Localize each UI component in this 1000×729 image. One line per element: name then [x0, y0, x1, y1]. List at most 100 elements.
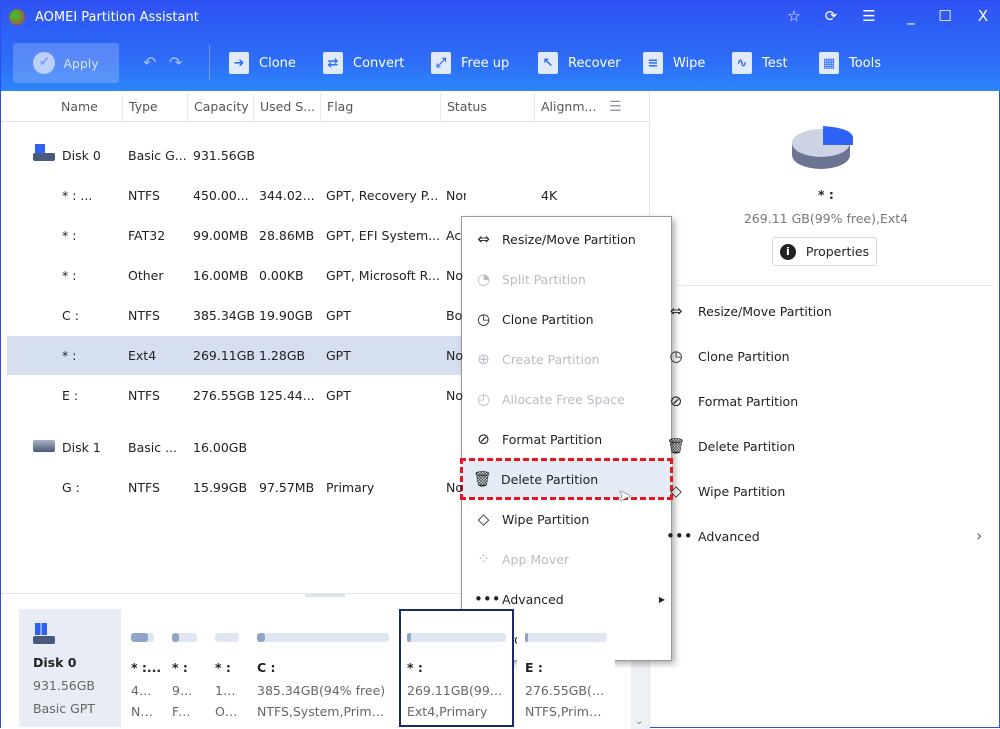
- cell-type: Basic G...: [128, 148, 187, 163]
- partition-name: * :: [215, 660, 231, 675]
- partition-size: 385.34GB(94% free): [257, 683, 386, 698]
- action-delete-partition[interactable]: 🗑 Delete Partition: [666, 436, 795, 456]
- partition-size: 269.11GB(99% f...: [407, 683, 506, 698]
- toolbar-wipe-button[interactable]: ≡ Wipe: [643, 43, 705, 83]
- cell-capacity: 931.56GB: [193, 148, 255, 163]
- usage-bar: [525, 633, 607, 642]
- cell-alignm: 4K: [541, 188, 558, 203]
- toolbar-label: Convert: [353, 55, 405, 71]
- partition-name: C :: [257, 660, 276, 675]
- window-title: AOMEI Partition Assistant: [35, 10, 199, 25]
- cell-name: * :: [62, 348, 77, 363]
- partition-card[interactable]: * : 99.... FA...: [164, 609, 205, 727]
- recover-icon: ↖: [538, 52, 558, 74]
- cell-useds: 28.86MB: [259, 228, 315, 243]
- toolbar-free-up-button[interactable]: ⤢ Free up: [431, 43, 509, 83]
- disk-icon: [33, 436, 57, 456]
- cell-useds: 19.90GB: [259, 308, 314, 323]
- eraser-icon: ◇: [477, 510, 490, 528]
- toolbar-clone-button[interactable]: ➜ Clone: [229, 43, 296, 83]
- cell-useds: 97.57MB: [259, 480, 315, 495]
- action-label: Delete Partition: [698, 438, 796, 454]
- properties-button[interactable]: i Properties: [772, 237, 877, 266]
- cell-status: No: [446, 268, 463, 283]
- column-header-0[interactable]: Name: [55, 93, 122, 121]
- partition-size: 99....: [172, 683, 197, 698]
- usage-bar: [257, 633, 389, 642]
- cell-capacity: 450.00...: [193, 188, 249, 203]
- toolbar-label: Clone: [259, 55, 296, 71]
- partition-card[interactable]: * :... 45... NT...: [123, 609, 162, 727]
- toolbar-convert-button[interactable]: ⇄ Convert: [323, 43, 404, 83]
- usage-fill: [172, 633, 180, 642]
- cell-status: No: [446, 480, 463, 495]
- action-wipe-partition[interactable]: ◇ Wipe Partition: [666, 481, 785, 501]
- column-header-5[interactable]: Status: [440, 93, 534, 121]
- action-advanced[interactable]: ••• Advanced: [666, 526, 760, 546]
- action-clone-partition[interactable]: ◷ Clone Partition: [666, 346, 789, 366]
- undo-icon[interactable]: ↶: [143, 53, 156, 72]
- cell-useds: 125.44...: [259, 388, 315, 403]
- toolbar-recover-button[interactable]: ↖ Recover: [538, 43, 621, 83]
- cell-name: * : ...: [62, 188, 93, 203]
- toolbar-tools-button[interactable]: ▦ Tools: [819, 43, 881, 83]
- toolbar-test-button[interactable]: ∿ Test: [732, 43, 788, 83]
- refresh-icon[interactable]: ⟳: [819, 7, 843, 25]
- redo-icon[interactable]: ↷: [169, 53, 182, 72]
- cell-name: * :: [62, 228, 77, 243]
- cell-status: Ac: [446, 228, 462, 243]
- partition-card[interactable]: * : 269.11GB(99% f... Ext4,Primary: [399, 609, 514, 727]
- column-header-1[interactable]: Type: [122, 93, 187, 121]
- free-up-icon: ⤢: [431, 52, 451, 74]
- partition-card[interactable]: * : 16.... Oth...: [207, 609, 247, 727]
- action-icon: •••: [666, 527, 693, 545]
- cell-status: Bo: [446, 308, 463, 323]
- usage-bar: [131, 633, 154, 642]
- cell-flag: GPT, Recovery P...: [326, 188, 439, 203]
- usage-fill: [131, 633, 149, 642]
- app-logo-icon: [9, 9, 25, 25]
- disk-card[interactable]: Disk 0 931.56GB Basic GPT: [19, 609, 121, 727]
- column-header-4[interactable]: Flag: [320, 93, 440, 121]
- cell-type: NTFS: [128, 388, 160, 403]
- header-divider: [1, 121, 649, 122]
- cell-capacity: 269.11GB: [193, 348, 255, 363]
- details-divider: [677, 285, 993, 286]
- cell-useds: 344.02...: [259, 188, 315, 203]
- action-resize-move-partition[interactable]: ⇔ Resize/Move Partition: [666, 301, 832, 321]
- cell-type: NTFS: [128, 308, 160, 323]
- partition-card[interactable]: E : 276.55GB(99... NTFS,Primary: [517, 609, 615, 727]
- menu-icon[interactable]: ☰: [857, 7, 881, 25]
- splitter-handle[interactable]: [305, 594, 345, 597]
- details-partition-name: * :: [818, 187, 834, 202]
- partition-card[interactable]: C : 385.34GB(94% free) NTFS,System,Primary: [249, 609, 397, 727]
- cell-flag: GPT, EFI System...: [326, 228, 441, 243]
- column-header-3[interactable]: Used S...: [253, 93, 320, 121]
- apply-label: Apply: [63, 55, 99, 71]
- star-icon[interactable]: ☆: [782, 7, 806, 25]
- details-partition-info: 269.11 GB(99% free),Ext4: [743, 211, 909, 226]
- column-settings-icon[interactable]: ☰: [609, 99, 622, 115]
- menu-item-app-mover[interactable]: ⁘ App Mover: [462, 539, 671, 579]
- partition-fs: NTFS,System,Primary: [257, 704, 389, 719]
- cell-useds: 0.00KB: [259, 268, 304, 283]
- maximize-button[interactable]: ☐: [933, 7, 957, 25]
- partition-name: E :: [525, 660, 543, 675]
- apply-button[interactable]: ✔ Apply: [13, 43, 119, 83]
- partition-size: 276.55GB(99...: [525, 683, 607, 698]
- tools-icon: ▦: [819, 52, 839, 74]
- cell-name: G :: [62, 480, 80, 495]
- cell-name: Disk 0: [62, 148, 101, 163]
- partition-name: * :...: [131, 660, 162, 675]
- cell-capacity: 16.00GB: [193, 440, 248, 455]
- column-header-2[interactable]: Capacity: [187, 93, 253, 121]
- partition-fs: NTFS,Primary: [525, 704, 607, 719]
- column-header-6[interactable]: Alignm...: [534, 93, 602, 121]
- minimize-button[interactable]: _: [899, 7, 923, 25]
- test-icon: ∿: [732, 52, 752, 74]
- disk-name: Disk 0: [33, 655, 77, 670]
- action-format-partition[interactable]: ⊘ Format Partition: [666, 391, 798, 411]
- usage-fill: [525, 633, 529, 642]
- close-button[interactable]: X: [971, 7, 995, 25]
- cell-flag: GPT: [326, 348, 351, 363]
